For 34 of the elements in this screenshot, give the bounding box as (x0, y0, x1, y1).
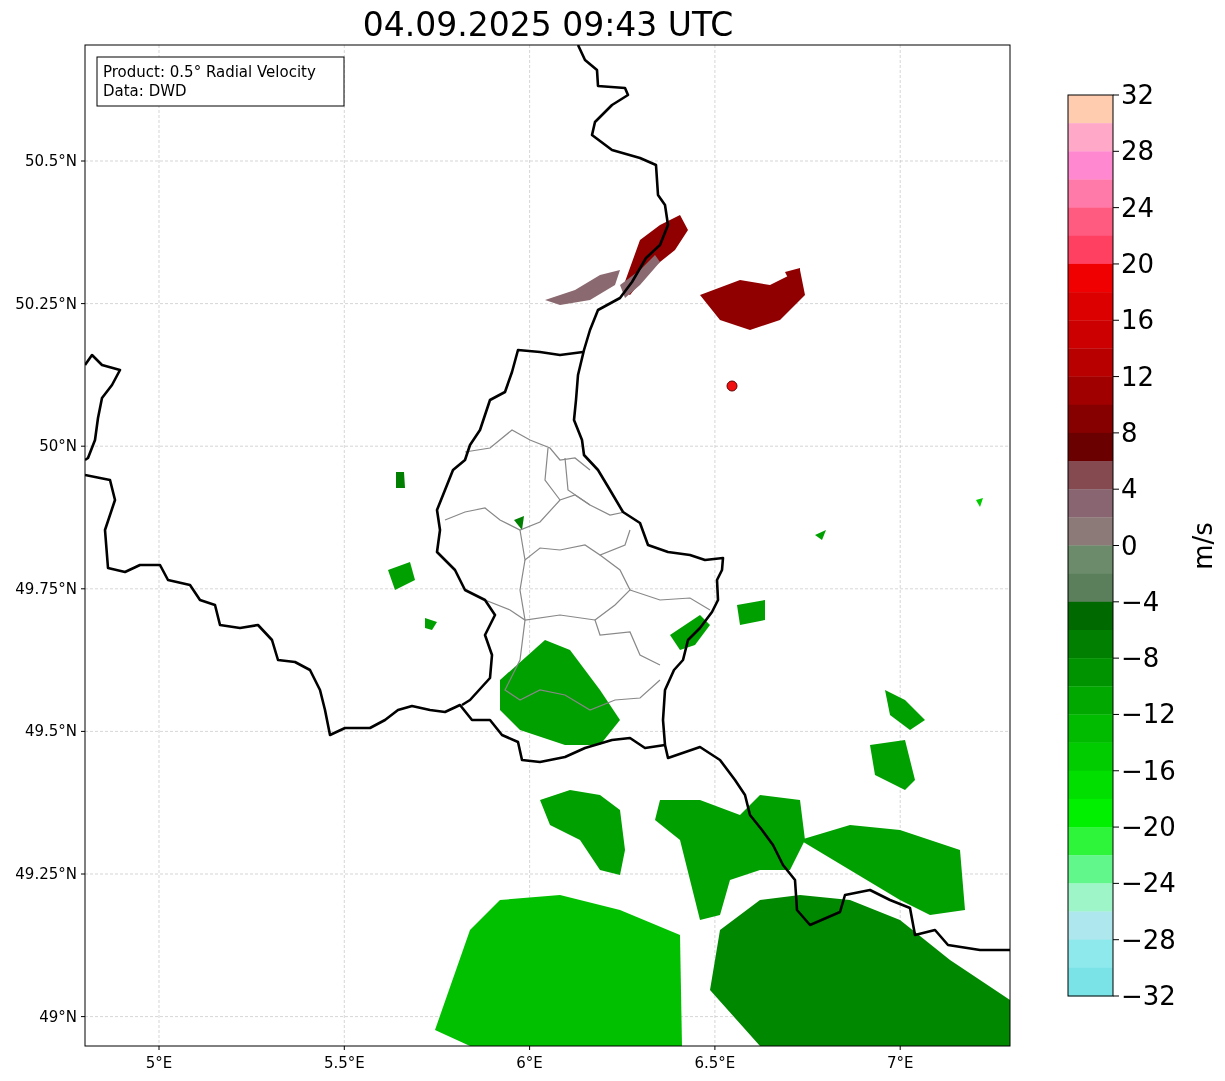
colorbar-tick-label: 24 (1121, 192, 1155, 223)
colorbar-tick-label: 28 (1121, 136, 1155, 167)
latitude-label: 49.25°N (15, 865, 77, 883)
colorbar-tick-label: 20 (1121, 248, 1155, 279)
colorbar-unit-label: m/s (1188, 522, 1218, 570)
colorbar-tick-label: 4 (1121, 474, 1138, 505)
colorbar-tick-label: −24 (1121, 868, 1176, 899)
colorbar-tick-label: −32 (1121, 981, 1176, 1011)
colorbar-tick-label: −20 (1121, 812, 1176, 843)
latitude-label: 50.5°N (24, 152, 77, 170)
latitude-label: 49°N (39, 1007, 77, 1026)
colorbar-tick-label: 8 (1121, 417, 1138, 448)
longitude-label: 6.5°E (694, 1054, 736, 1072)
longitude-label: 5°E (145, 1054, 173, 1072)
colorbar-tick-label: −8 (1121, 643, 1160, 674)
latitude-label: 49.5°N (24, 722, 77, 741)
colorbar-tick-label: 32 (1121, 80, 1155, 110)
colorbar-tick-label: 16 (1121, 305, 1155, 336)
colorbar-tick-label: −4 (1121, 586, 1160, 617)
latitude-label: 49.75°N (15, 579, 77, 598)
info-text: Data: DWD (103, 82, 187, 100)
colorbar-tick-label: −12 (1121, 699, 1176, 730)
longitude-label: 7°E (886, 1054, 914, 1072)
longitude-label: 6°E (516, 1054, 543, 1072)
figure-title: 04.09.2025 09:43 UTC (362, 5, 734, 44)
colorbar-tick-label: 12 (1121, 361, 1155, 392)
radar-site-marker (726, 380, 738, 392)
colorbar-tick-label: −16 (1121, 755, 1176, 786)
latitude-label: 50.25°N (15, 294, 77, 313)
latitude-label: 50°N (39, 437, 77, 456)
longitude-label: 5.5°E (323, 1054, 365, 1072)
info-text: Product: 0.5° Radial Velocity (103, 63, 316, 81)
colorbar-tick-label: 0 (1121, 530, 1138, 561)
colorbar-tick-label: −28 (1121, 924, 1176, 955)
